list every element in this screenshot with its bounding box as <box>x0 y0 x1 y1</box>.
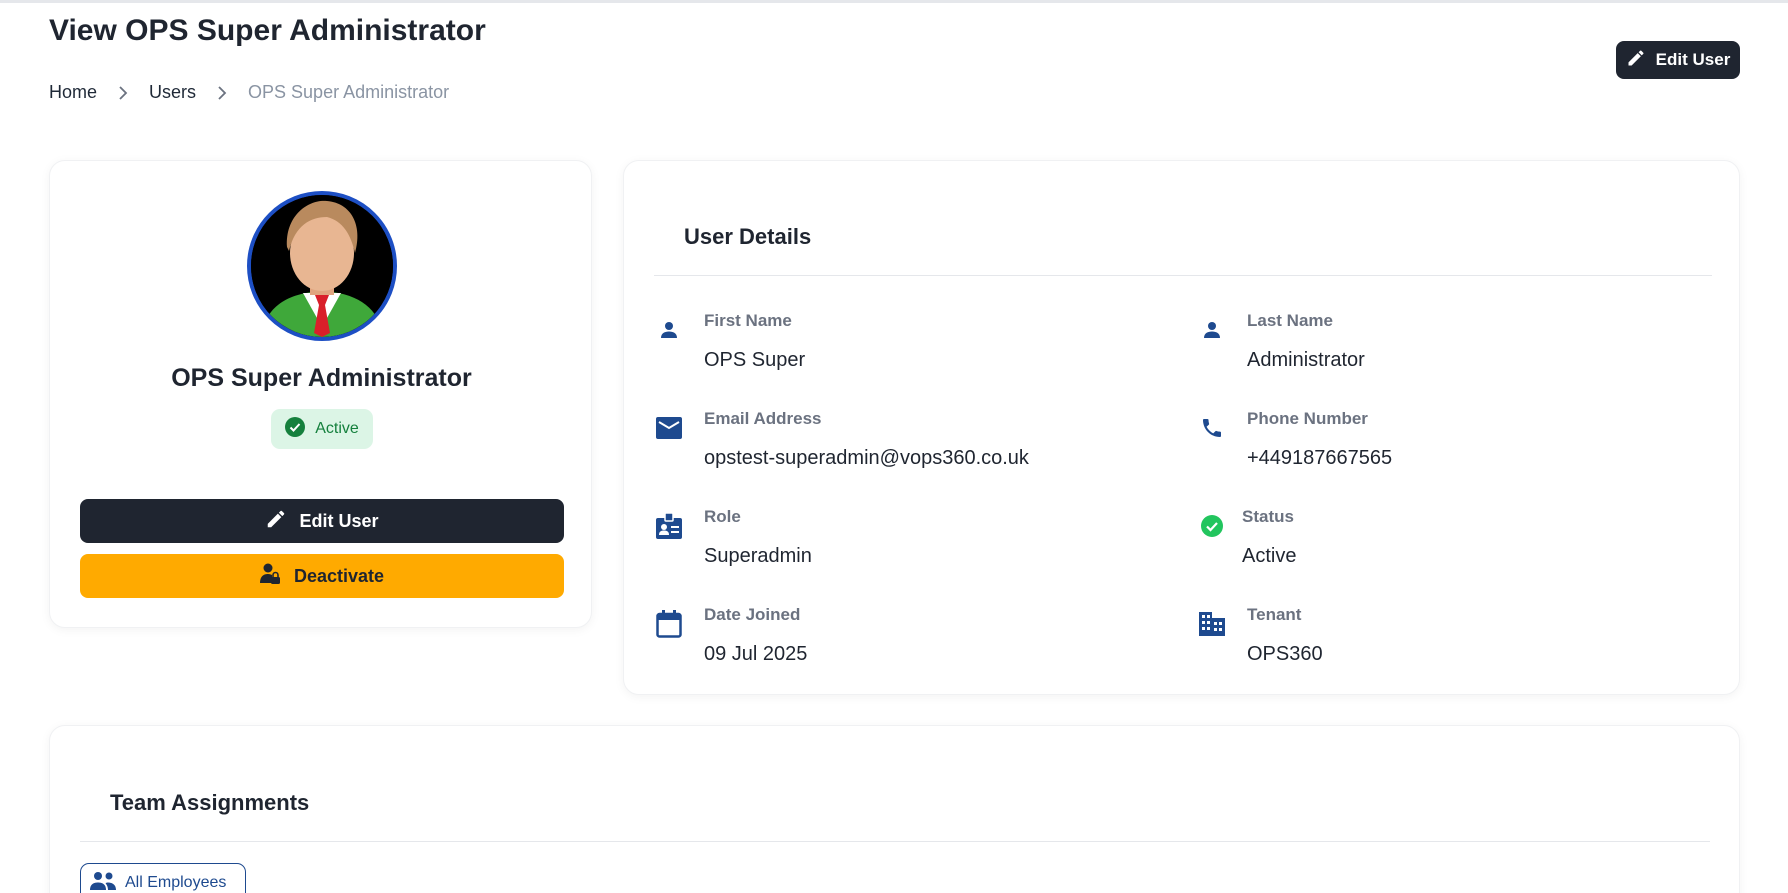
role-label: Role <box>704 507 741 526</box>
team-chip[interactable]: All Employees <box>80 863 246 893</box>
email-label: Email Address <box>704 409 822 428</box>
divider <box>654 275 1712 276</box>
team-assignments-title: Team Assignments <box>110 790 310 815</box>
field-status: Status Active <box>1197 507 1697 587</box>
user-details-title: User Details <box>684 224 812 249</box>
page-title: View OPS Super Administrator <box>49 14 486 47</box>
chevron-right-icon <box>196 85 248 100</box>
user-lock-icon <box>259 563 280 590</box>
badge-icon <box>654 511 684 541</box>
role-value: Superadmin <box>704 545 812 567</box>
field-tenant: Tenant OPS360 <box>1197 605 1697 685</box>
profile-name: OPS Super Administrator <box>171 364 472 392</box>
breadcrumb-current: OPS Super Administrator <box>248 82 450 102</box>
breadcrumb-users[interactable]: Users <box>149 82 196 103</box>
check-circle-icon <box>1197 511 1227 541</box>
status-label: Status <box>1242 507 1294 526</box>
field-email: Email Address opstest-superadmin@vops360… <box>654 409 1154 489</box>
avatar <box>247 191 397 341</box>
header-edit-user-label: Edit User <box>1655 50 1731 69</box>
divider <box>80 841 1710 842</box>
person-icon <box>1197 315 1227 345</box>
first-name-value: OPS Super <box>704 349 806 371</box>
tenant-value: OPS360 <box>1247 643 1323 665</box>
tenant-label: Tenant <box>1247 605 1302 624</box>
status-badge-label: Active <box>315 420 359 437</box>
date-joined-label: Date Joined <box>704 605 801 624</box>
top-border <box>0 0 1788 3</box>
pencil-icon <box>265 508 287 535</box>
pencil-icon <box>1626 48 1646 73</box>
mail-icon <box>654 413 684 443</box>
phone-value: +449187667565 <box>1247 447 1393 469</box>
edit-user-label: Edit User <box>299 510 379 531</box>
deactivate-button[interactable]: Deactivate <box>80 554 564 598</box>
field-date-joined: Date Joined 09 Jul 2025 <box>654 605 1154 685</box>
profile-card: OPS Super Administrator Active Edit User… <box>49 160 592 628</box>
calendar-icon <box>654 609 684 639</box>
email-value: opstest-superadmin@vops360.co.uk <box>704 447 1029 469</box>
team-assignments-card: Team Assignments All Employees <box>49 725 1740 893</box>
breadcrumb-home[interactable]: Home <box>49 82 97 103</box>
user-details-card: User Details First Name OPS Super Last N… <box>623 160 1740 695</box>
check-circle-icon <box>285 416 306 442</box>
field-first-name: First Name OPS Super <box>654 311 1154 391</box>
breadcrumb: Home Users OPS Super Administrator <box>49 82 449 103</box>
status-value: Active <box>1242 545 1297 567</box>
chevron-right-icon <box>97 85 149 100</box>
edit-user-button[interactable]: Edit User <box>80 499 564 543</box>
field-last-name: Last Name Administrator <box>1197 311 1697 391</box>
last-name-label: Last Name <box>1247 311 1333 330</box>
phone-label: Phone Number <box>1247 409 1368 428</box>
deactivate-label: Deactivate <box>293 565 385 586</box>
first-name-label: First Name <box>704 311 792 330</box>
team-chip-label: All Employees <box>125 874 227 891</box>
date-joined-value: 09 Jul 2025 <box>704 643 808 665</box>
phone-icon <box>1197 413 1227 443</box>
person-icon <box>654 315 684 345</box>
status-badge: Active <box>271 409 373 449</box>
building-icon <box>1197 609 1227 639</box>
last-name-value: Administrator <box>1247 349 1365 371</box>
field-role: Role Superadmin <box>654 507 1154 587</box>
field-phone: Phone Number +449187667565 <box>1197 409 1697 489</box>
group-icon <box>89 871 117 893</box>
header-edit-user-button[interactable]: Edit User <box>1616 41 1740 79</box>
